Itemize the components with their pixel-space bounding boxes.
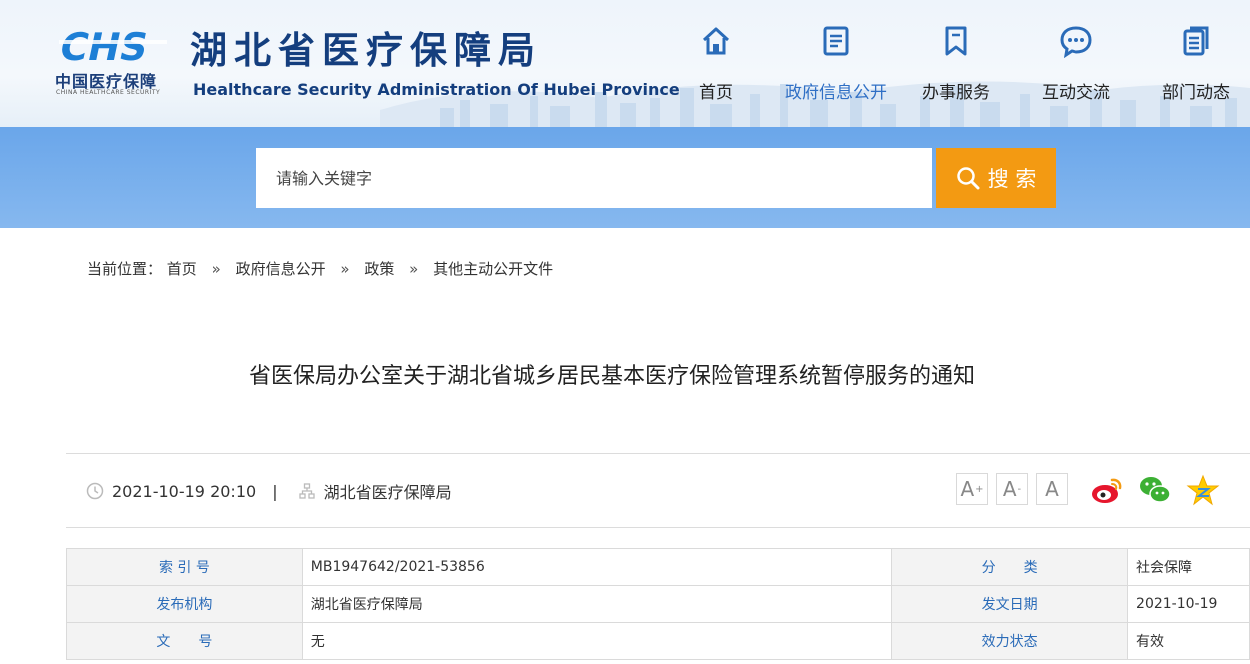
search-input[interactable] [256, 148, 932, 208]
nav-item-services[interactable]: 办事服务 [896, 24, 1016, 104]
font-decrease-button[interactable]: A- [996, 473, 1028, 505]
font-reset-button[interactable]: A [1036, 473, 1068, 505]
search-band: 搜 索 [0, 127, 1250, 228]
article-title: 省医保局办公室关于湖北省城乡居民基本医疗保险管理系统暂停服务的通知 [248, 364, 975, 389]
wechat-icon[interactable] [1138, 474, 1172, 506]
info-value: 社会保障 [1127, 548, 1250, 586]
bookmark-icon [945, 26, 967, 56]
table-row: 文 号 无 效力状态 有效 [66, 622, 1250, 660]
info-label: 效力状态 [891, 622, 1129, 660]
breadcrumb-separator: » [211, 260, 221, 278]
font-reset-glyph: A [1045, 477, 1059, 501]
nav-item-gov-info[interactable]: 政府信息公开 [776, 24, 896, 104]
info-label: 文 号 [66, 622, 303, 660]
site-logo[interactable]: CHS 中国医疗保障 CHINA HEALTHCARE SECURITY [55, 26, 173, 100]
breadcrumb-other-files[interactable]: 其他主动公开文件 [433, 260, 553, 278]
home-icon [702, 27, 730, 55]
document-info-table: 索 引 号 MB1947642/2021-53856 分 类 社会保障 发布机构… [66, 548, 1250, 660]
font-decrease-sup: - [1017, 483, 1022, 495]
breadcrumb: 当前位置： 首页 » 政府信息公开 » 政策 » 其他主动公开文件 [87, 258, 553, 279]
clock-icon [86, 482, 104, 500]
search-button[interactable]: 搜 索 [936, 148, 1056, 208]
font-increase-sup: + [975, 483, 984, 495]
chat-bubble-icon [1060, 26, 1092, 58]
site-subtitle: Healthcare Security Administration Of Hu… [193, 80, 680, 99]
font-increase-glyph: A [960, 477, 975, 501]
favorite-star-icon[interactable] [1186, 474, 1220, 506]
info-value: 2021-10-19 [1127, 585, 1250, 623]
info-value: 湖北省医疗保障局 [301, 585, 893, 623]
info-label: 索 引 号 [66, 548, 303, 586]
svg-text:CHS: CHS [56, 26, 152, 66]
publish-date: 2021-10-19 20:10 [112, 481, 257, 501]
site-header: CHS 中国医疗保障 CHINA HEALTHCARE SECURITY 湖北省… [0, 0, 1250, 127]
info-label: 发文日期 [891, 585, 1129, 623]
search-icon [956, 167, 980, 190]
nav-label: 政府信息公开 [785, 83, 887, 103]
publish-source: 湖北省医疗保障局 [323, 483, 452, 502]
breadcrumb-separator: » [409, 260, 419, 278]
breadcrumb-policy[interactable]: 政策 [364, 260, 394, 278]
organization-icon [298, 483, 315, 499]
font-decrease-glyph: A [1002, 477, 1017, 501]
breadcrumb-prefix: 当前位置： [87, 260, 163, 278]
nav-label: 首页 [699, 83, 733, 103]
nav-label: 部门动态 [1162, 83, 1230, 103]
article-panel: 当前位置： 首页 » 政府信息公开 » 政策 » 其他主动公开文件 省医保局办公… [56, 228, 1250, 664]
font-increase-button[interactable]: A + [956, 473, 988, 505]
info-label: 分 类 [891, 548, 1129, 586]
info-value: MB1947642/2021-53856 [301, 548, 893, 586]
nav-item-dept-news[interactable]: 部门动态 [1136, 24, 1250, 104]
document-list-icon [823, 26, 849, 56]
nav-label: 互动交流 [1042, 83, 1110, 103]
nav-item-home[interactable]: 首页 [656, 24, 776, 104]
chs-logo-icon: CHS [56, 26, 167, 66]
search-button-label: 搜 索 [987, 167, 1037, 191]
table-row: 索 引 号 MB1947642/2021-53856 分 类 社会保障 [66, 548, 1250, 586]
meta-separator: | [272, 481, 278, 501]
divider [66, 453, 1250, 454]
info-value: 有效 [1127, 622, 1250, 660]
article-meta: 2021-10-19 20:10 | 湖北省医疗保障局 [86, 476, 452, 506]
breadcrumb-home[interactable]: 首页 [167, 260, 197, 278]
breadcrumb-gov-info[interactable]: 政府信息公开 [236, 260, 326, 278]
weibo-icon[interactable] [1090, 474, 1124, 506]
table-row: 发布机构 湖北省医疗保障局 发文日期 2021-10-19 [66, 585, 1250, 623]
info-value: 无 [301, 622, 893, 660]
breadcrumb-separator: » [340, 260, 350, 278]
logo-en-text: CHINA HEALTHCARE SECURITY [56, 89, 161, 96]
nav-item-interaction[interactable]: 互动交流 [1016, 24, 1136, 104]
divider [66, 527, 1250, 528]
info-label: 发布机构 [66, 585, 303, 623]
pages-icon [1183, 26, 1209, 56]
site-title: 湖北省医疗保障局 [190, 29, 542, 72]
nav-label: 办事服务 [922, 83, 990, 103]
